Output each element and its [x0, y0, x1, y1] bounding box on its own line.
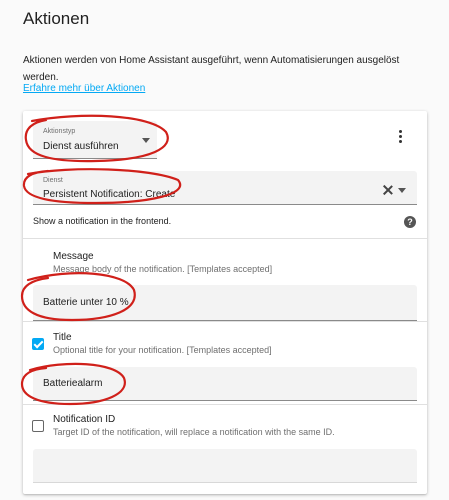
service-select[interactable]: Dienst Persistent Notification: Create	[33, 171, 417, 205]
divider	[23, 321, 427, 322]
automation-editor-page: Aktionen Aktionen werden von Home Assist…	[0, 0, 449, 500]
message-description: Message body of the notification. [Templ…	[53, 264, 273, 274]
service-description: Show a notification in the frontend.	[33, 216, 172, 226]
title-input[interactable]: Batteriealarm	[33, 367, 417, 401]
notification-id-checkbox[interactable]	[32, 420, 44, 432]
page-title: Aktionen	[23, 9, 90, 28]
divider	[23, 238, 427, 239]
message-title: Message	[53, 251, 94, 262]
notification-id-title: Notification ID	[53, 414, 116, 425]
notification-id-description: Target ID of the notification, will repl…	[53, 427, 335, 437]
chevron-down-icon[interactable]	[398, 188, 406, 193]
title-description: Optional title for your notification. [T…	[53, 345, 272, 355]
action-type-label: Aktionstyp	[43, 128, 76, 135]
learn-more-link[interactable]: Erfahre mehr über Aktionen	[23, 83, 145, 94]
service-label: Dienst	[43, 177, 63, 184]
chevron-down-icon	[142, 138, 150, 143]
title-title: Title	[53, 332, 72, 343]
message-value: Batterie unter 10 %	[43, 297, 129, 308]
action-card: Aktionstyp Dienst ausführen Dienst Persi…	[23, 111, 427, 494]
action-type-select[interactable]: Aktionstyp Dienst ausführen	[33, 121, 157, 159]
more-vert-icon[interactable]	[394, 128, 408, 146]
title-checkbox[interactable]	[32, 338, 44, 350]
service-value: Persistent Notification: Create	[43, 189, 176, 200]
help-circle-icon[interactable]: ?	[404, 216, 416, 228]
intro-text: Aktionen werden von Home Assistant ausge…	[23, 55, 400, 83]
title-value: Batteriealarm	[43, 378, 103, 389]
action-type-value: Dienst ausführen	[43, 141, 119, 152]
notification-id-input[interactable]	[33, 449, 417, 483]
message-input[interactable]: Batterie unter 10 %	[33, 285, 417, 321]
divider	[23, 404, 427, 405]
close-icon[interactable]	[382, 184, 394, 196]
